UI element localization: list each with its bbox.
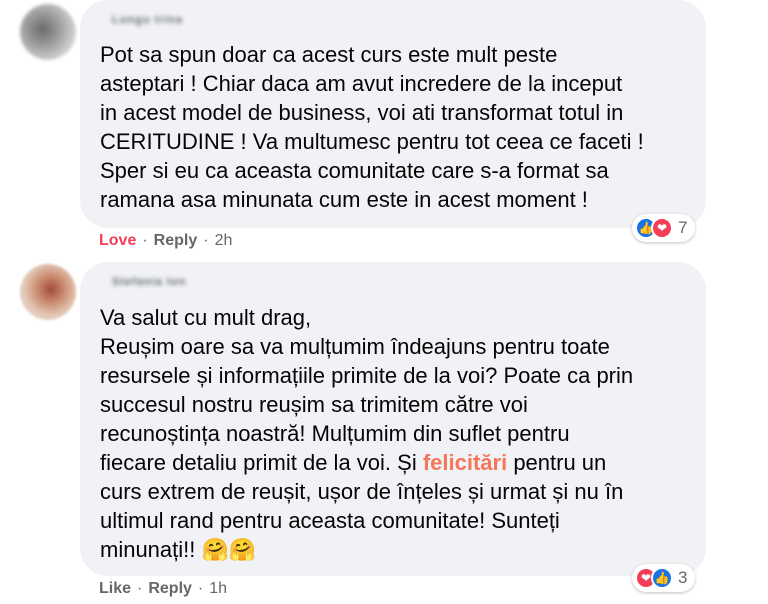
reaction-count: 3 bbox=[678, 568, 688, 587]
love-reaction-button[interactable]: Love bbox=[99, 232, 136, 250]
reaction-count: 7 bbox=[678, 218, 688, 237]
love-icon: ❤ bbox=[651, 217, 673, 239]
timestamp[interactable]: 1h bbox=[209, 580, 227, 598]
separator-dot: · bbox=[142, 232, 148, 249]
reactions-summary[interactable]: 👍 ❤ 7 bbox=[632, 214, 696, 242]
comment-text: Pot sa spun doar ca acest curs este mult… bbox=[100, 42, 644, 212]
reply-button[interactable]: Reply bbox=[154, 232, 198, 250]
highlighted-word: felicitări bbox=[422, 450, 508, 475]
separator-dot: · bbox=[137, 580, 143, 597]
like-button[interactable]: Like bbox=[99, 580, 131, 598]
like-icon: 👍 bbox=[651, 567, 673, 589]
comment-author[interactable]: Stefania Ion bbox=[112, 276, 186, 288]
separator-dot: · bbox=[197, 580, 204, 597]
comment-actions: Love · Reply · 2h bbox=[99, 232, 232, 250]
separator-dot: · bbox=[203, 232, 209, 249]
reply-button[interactable]: Reply bbox=[148, 580, 192, 598]
comment-actions: Like · Reply · 1h bbox=[99, 580, 227, 598]
commenter-avatar[interactable] bbox=[20, 264, 76, 320]
comment-author[interactable]: Lungu Irina bbox=[112, 14, 183, 26]
reactions-summary[interactable]: ❤ 👍 3 bbox=[632, 564, 696, 592]
comment-bubble: Lungu Irina Pot sa spun doar ca acest cu… bbox=[80, 0, 706, 228]
hugging-face-emoji: 🤗🤗 bbox=[201, 537, 257, 562]
comment-bubble: Stefania Ion Va salut cu mult drag, Reuș… bbox=[80, 262, 706, 576]
timestamp[interactable]: 2h bbox=[215, 232, 233, 250]
comment-text: Va salut cu mult drag, Reușim oare sa va… bbox=[100, 303, 700, 564]
commenter-avatar[interactable] bbox=[20, 4, 76, 60]
